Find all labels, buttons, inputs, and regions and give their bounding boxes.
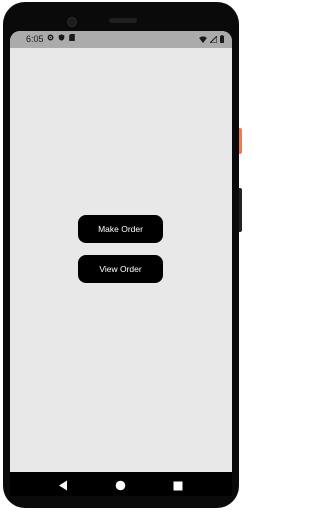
make-order-button[interactable]: Make Order xyxy=(78,215,163,243)
status-time: 6:05 xyxy=(26,34,44,44)
back-icon[interactable] xyxy=(58,478,68,496)
navigation-bar xyxy=(10,472,232,496)
power-button[interactable] xyxy=(239,128,242,154)
view-order-button[interactable]: View Order xyxy=(78,255,163,283)
signal-icon xyxy=(208,31,218,48)
battery-icon xyxy=(220,31,224,48)
wifi-icon xyxy=(199,31,207,48)
front-camera xyxy=(67,17,77,27)
home-icon[interactable] xyxy=(115,478,126,496)
status-left-icons xyxy=(47,34,76,43)
gear-icon xyxy=(47,34,58,43)
recents-icon[interactable] xyxy=(173,478,183,496)
shield-icon xyxy=(58,34,69,43)
app-screen: 6:05 Make Order View Order xyxy=(10,31,232,472)
volume-button[interactable] xyxy=(239,188,242,232)
earpiece-speaker xyxy=(109,18,137,23)
sd-card-icon xyxy=(69,34,76,43)
status-bar: 6:05 xyxy=(10,31,232,48)
status-right-icons xyxy=(199,33,224,45)
